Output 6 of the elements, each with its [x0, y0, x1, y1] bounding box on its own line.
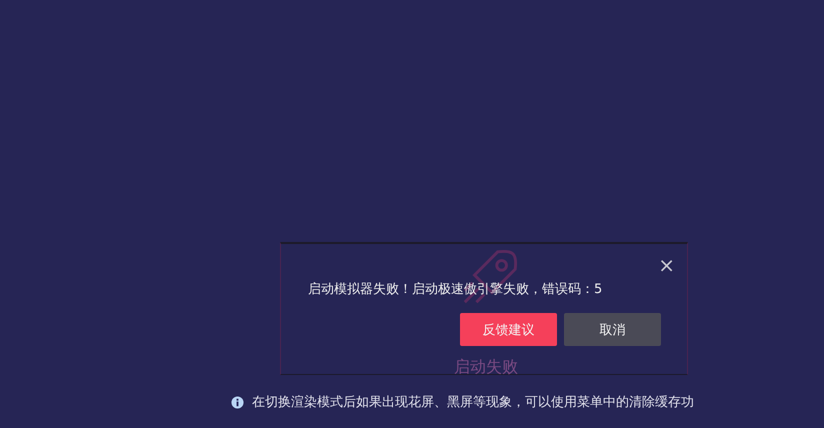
close-button[interactable]: ×: [656, 254, 677, 276]
status-label: 启动失败: [454, 357, 518, 377]
info-icon: [231, 396, 244, 408]
error-message: 启动模拟器失败！启动极速傲引擎失败，错误码：5: [308, 281, 604, 299]
notice-text: 在切换渲染模式后如果出现花屏、黑屏等现象，可以使用菜单中的清除缓存功: [252, 394, 694, 411]
cancel-button[interactable]: 取消: [564, 313, 661, 346]
